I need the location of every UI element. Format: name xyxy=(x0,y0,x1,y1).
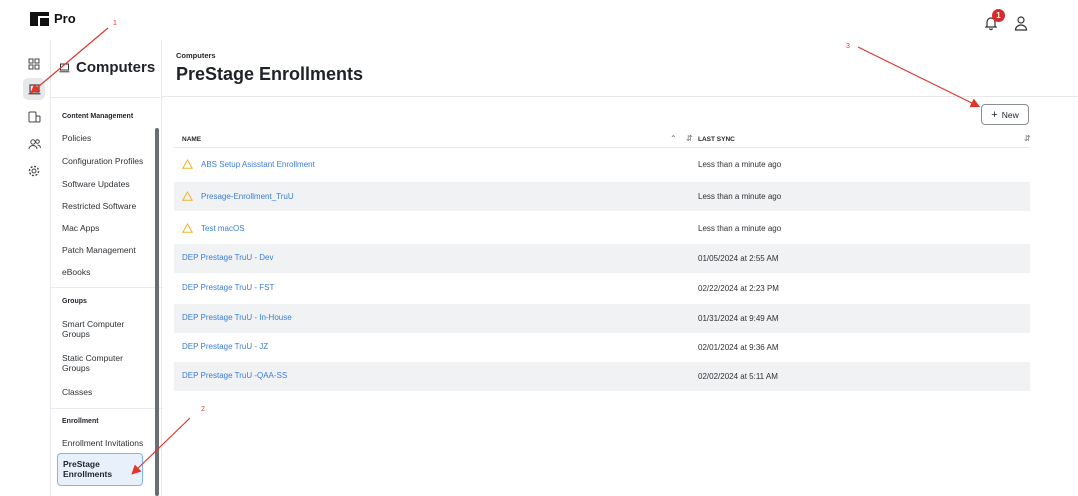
section-content-management: Content Management xyxy=(62,113,134,120)
row-name[interactable]: Test macOS xyxy=(182,223,245,233)
rail-devices[interactable] xyxy=(23,106,45,128)
rail-settings[interactable] xyxy=(23,160,45,182)
row-last-sync: Less than a minute ago xyxy=(698,192,782,201)
section-enrollment: Enrollment xyxy=(62,418,99,425)
row-last-sync: 02/22/2024 at 2:23 PM xyxy=(698,284,779,293)
icon-rail xyxy=(18,40,48,496)
row-name-link[interactable]: DEP Prestage TruU - JZ xyxy=(182,342,268,351)
sidebar-item-static-computer-groups[interactable]: Static Computer Groups xyxy=(62,353,148,373)
sort-toggle-icon[interactable]: ⇵ xyxy=(1024,134,1031,143)
header-divider xyxy=(162,96,1078,97)
row-last-sync: 01/31/2024 at 9:49 AM xyxy=(698,314,779,323)
table-row[interactable]: Presage-Enrollment_TruU Less than a minu… xyxy=(174,182,1030,211)
new-button-label: New xyxy=(1001,109,1019,120)
table-row[interactable]: DEP Prestage TruU - JZ 02/01/2024 at 9:3… xyxy=(174,333,1030,362)
sidebar-item-policies[interactable]: Policies xyxy=(62,133,152,143)
computer-icon xyxy=(59,63,70,72)
row-name-link[interactable]: ABS Setup Asisstant Enrollment xyxy=(201,160,315,169)
warning-icon xyxy=(182,223,193,233)
dashboard-icon xyxy=(28,58,40,70)
sidebar-item-software-updates[interactable]: Software Updates xyxy=(62,179,152,189)
column-header-last-sync[interactable]: LAST SYNC xyxy=(698,136,735,143)
row-last-sync: 02/02/2024 at 5:11 AM xyxy=(698,372,778,381)
table-row[interactable]: DEP Prestage TruU - Dev 01/05/2024 at 2:… xyxy=(174,244,1030,273)
row-last-sync: 02/01/2024 at 9:36 AM xyxy=(698,343,779,352)
rail-dashboard[interactable] xyxy=(23,53,45,75)
row-name[interactable]: ABS Setup Asisstant Enrollment xyxy=(182,159,315,169)
devices-icon xyxy=(28,111,40,123)
sidebar-item-classes[interactable]: Classes xyxy=(62,387,152,397)
computer-icon xyxy=(28,83,40,94)
warning-icon xyxy=(182,159,193,169)
row-name[interactable]: Presage-Enrollment_TruU xyxy=(182,191,294,201)
table-row[interactable]: Test macOS Less than a minute ago xyxy=(174,214,1030,243)
table-row[interactable]: DEP Prestage TruU -QAA-SS 02/02/2024 at … xyxy=(174,362,1030,391)
section-groups: Groups xyxy=(62,298,87,305)
top-bar: Pro 1 xyxy=(0,0,1078,40)
sidebar-item-configuration-profiles[interactable]: Configuration Profiles xyxy=(62,156,152,166)
app-name: Pro xyxy=(54,11,76,26)
user-account-icon[interactable] xyxy=(1014,15,1028,31)
column-header-name[interactable]: NAME xyxy=(182,136,201,143)
sidebar-item-restricted-software[interactable]: Restricted Software xyxy=(62,201,152,211)
notification-badge: 1 xyxy=(992,9,1005,22)
sidebar-item-mac-apps[interactable]: Mac Apps xyxy=(62,223,152,233)
annotation-label-2: 2 xyxy=(201,406,205,413)
sidebar-item-ebooks[interactable]: eBooks xyxy=(62,267,152,277)
row-name-link[interactable]: DEP Prestage TruU -QAA-SS xyxy=(182,371,287,380)
row-name-link[interactable]: Test macOS xyxy=(201,224,245,233)
users-icon xyxy=(28,139,41,150)
table-row[interactable]: DEP Prestage TruU - FST 02/22/2024 at 2:… xyxy=(174,274,1030,303)
breadcrumb[interactable]: Computers xyxy=(176,51,216,60)
rail-users[interactable] xyxy=(23,133,45,155)
row-name-link[interactable]: DEP Prestage TruU - In-House xyxy=(182,313,292,322)
row-last-sync: Less than a minute ago xyxy=(698,160,782,169)
new-button[interactable]: + New xyxy=(981,104,1029,125)
sidebar: Computers Content Management Policies Co… xyxy=(50,40,163,496)
table-header: NAME ⌃ ⇵ LAST SYNC ⇵ xyxy=(174,132,1031,148)
sort-ascending-icon[interactable]: ⌃ xyxy=(670,134,677,143)
row-last-sync: 01/05/2024 at 2:55 AM xyxy=(698,254,779,263)
main-content: Computers PreStage Enrollments + New NAM… xyxy=(162,40,1078,496)
row-name-link[interactable]: DEP Prestage TruU - Dev xyxy=(182,253,273,262)
sidebar-divider xyxy=(51,408,163,409)
sidebar-divider xyxy=(51,97,163,98)
annotation-label-3: 3 xyxy=(846,43,850,50)
plus-icon: + xyxy=(991,108,998,121)
logo-mark-icon xyxy=(30,11,49,26)
table-row[interactable]: DEP Prestage TruU - In-House 01/31/2024 … xyxy=(174,304,1030,333)
sidebar-title-text: Computers xyxy=(76,59,156,76)
page-title: PreStage Enrollments xyxy=(176,64,364,84)
app-logo[interactable]: Pro xyxy=(30,11,76,26)
sidebar-item-smart-computer-groups[interactable]: Smart Computer Groups xyxy=(62,319,148,339)
sidebar-divider xyxy=(51,287,163,288)
warning-icon xyxy=(182,191,193,201)
settings-icon xyxy=(28,165,40,177)
rail-computers[interactable] xyxy=(23,78,45,100)
sidebar-scrollbar-thumb[interactable] xyxy=(155,128,159,496)
annotation-label-1: 1 xyxy=(113,20,117,27)
row-name-link[interactable]: DEP Prestage TruU - FST xyxy=(182,283,274,292)
table-row[interactable]: ABS Setup Asisstant Enrollment Less than… xyxy=(174,150,1030,179)
sidebar-item-enrollment-invitations[interactable]: Enrollment Invitations xyxy=(62,438,152,448)
sort-toggle-icon[interactable]: ⇵ xyxy=(686,134,693,143)
sidebar-item-prestage-enrollments[interactable]: PreStage Enrollments xyxy=(57,453,143,486)
row-name-link[interactable]: Presage-Enrollment_TruU xyxy=(201,192,294,201)
sidebar-item-patch-management[interactable]: Patch Management xyxy=(62,245,152,255)
sidebar-title: Computers xyxy=(59,59,155,76)
row-last-sync: Less than a minute ago xyxy=(698,224,782,233)
